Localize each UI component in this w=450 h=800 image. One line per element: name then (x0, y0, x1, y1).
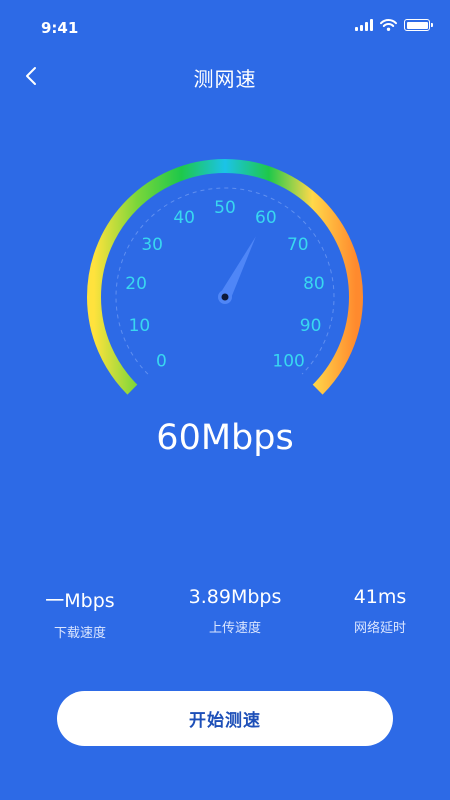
gauge-tick-label-20: 20 (125, 274, 147, 294)
speed-gauge: 010 20 30 40 50 60 70 80 90 100 (87, 159, 363, 395)
start-test-button[interactable]: 开始测速 (57, 691, 393, 746)
upload-speed-label: 上传速度 (208, 621, 261, 636)
gauge-tick-label-50: 50 (214, 198, 236, 218)
gauge-tick-label-40: 40 (173, 208, 195, 228)
speed-stats: 一Mbps 下载速度 3.89Mbps 上传速度 41ms 网络延时 (0, 586, 450, 646)
gauge-tick-label-80: 80 (303, 274, 325, 294)
gauge-needle-hub-center (221, 293, 229, 301)
status-bar: 9:41 (0, 0, 450, 58)
wifi-icon (380, 19, 397, 31)
battery-icon (404, 19, 433, 31)
upload-speed-value: 3.89Mbps (188, 586, 282, 608)
current-speed-value: 60Mbps (156, 418, 294, 458)
page-title: 测网速 (193, 67, 257, 91)
gauge-tick-label-60: 60 (255, 208, 277, 228)
cellular-signal-icon (355, 19, 373, 31)
gauge-tick-label-30: 30 (141, 235, 163, 255)
gauge-tick-label-90: 90 (300, 316, 322, 336)
gauge-tick-label-70: 70 (287, 235, 309, 255)
latency-stat: 41ms 网络延时 (310, 586, 450, 636)
latency-value: 41ms (353, 586, 407, 608)
download-speed-label: 下载速度 (53, 626, 106, 641)
nav-bar: 测网速 (0, 55, 450, 97)
gauge-tick-label-0: 0 (156, 352, 167, 372)
download-stat: 一Mbps 下载速度 (10, 586, 150, 641)
upload-stat: 3.89Mbps 上传速度 (165, 586, 305, 636)
gauge-tick-label-10: 10 (129, 316, 151, 336)
gauge-needle (218, 236, 256, 304)
status-time: 9:41 (41, 19, 79, 37)
gauge-tick-label-100: 100 (272, 352, 304, 372)
download-speed-value: 一Mbps (45, 590, 115, 612)
latency-label: 网络延时 (353, 621, 406, 636)
status-icons (355, 19, 433, 31)
